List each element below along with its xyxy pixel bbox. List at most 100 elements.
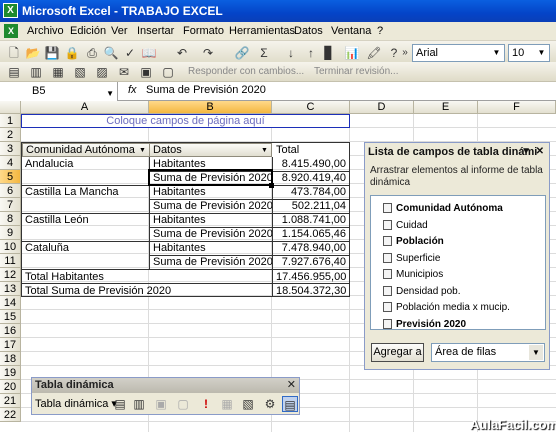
pivot-cell-b[interactable]: Habitantes xyxy=(150,241,272,255)
accept-icon[interactable]: ▦ xyxy=(50,64,66,80)
row-header-3[interactable]: 3 xyxy=(0,142,21,156)
area-select[interactable]: Área de filas ▼ xyxy=(431,343,545,362)
hide-detail-icon[interactable]: ▣ xyxy=(153,396,169,412)
row-header-7[interactable]: 7 xyxy=(0,198,21,212)
show-field-list-icon[interactable]: ▤ xyxy=(282,396,298,412)
close-icon[interactable]: ✕ xyxy=(536,143,544,161)
row-header-15[interactable]: 15 xyxy=(0,310,21,324)
pivot-cell-b[interactable]: Habitantes xyxy=(150,185,272,199)
total-prevision-label[interactable]: Total Suma de Previsión 2020 xyxy=(22,284,272,298)
row-header-14[interactable]: 14 xyxy=(0,296,21,310)
chevron-down-icon[interactable]: ▼ xyxy=(138,146,147,155)
field-button-comunidad[interactable]: Comunidad Autónoma ▼ xyxy=(22,143,150,157)
comment-icon[interactable]: ▧ xyxy=(72,64,88,80)
total-prevision-value[interactable]: 18.504.372,30 xyxy=(273,284,349,298)
pivot-cell-c[interactable]: 7.927.676,40 xyxy=(273,255,349,269)
pivot-cell-b[interactable]: Habitantes xyxy=(150,157,272,171)
pivot-cell-a[interactable] xyxy=(22,171,148,185)
workbook-icon[interactable]: X xyxy=(4,24,18,38)
row-header-5[interactable]: 5 xyxy=(0,170,21,184)
track-icon[interactable]: ▥ xyxy=(28,64,44,80)
field-item[interactable]: Superficie xyxy=(383,251,440,267)
show-icon[interactable]: ▣ xyxy=(138,64,154,80)
column-header-e[interactable]: E xyxy=(414,101,478,114)
function-icon[interactable]: fx xyxy=(128,84,137,96)
print-icon[interactable]: ⎙ xyxy=(84,45,100,61)
menu-formato[interactable]: Formato xyxy=(183,25,224,37)
font-size-select[interactable]: 10 ▼ xyxy=(508,44,550,62)
menu-ventana[interactable]: Ventana xyxy=(331,25,371,37)
pivot-cell-a[interactable] xyxy=(22,227,148,241)
menu-ver[interactable]: Ver xyxy=(111,25,128,37)
row-header-20[interactable]: 20 xyxy=(0,380,21,394)
format-report-icon[interactable]: ▤ xyxy=(112,396,128,412)
chevron-down-icon[interactable]: ▼ xyxy=(260,146,269,155)
field-item[interactable]: Previsión 2020 xyxy=(383,317,466,333)
field-item[interactable]: Municipios xyxy=(383,267,443,283)
open-icon[interactable]: 📂 xyxy=(25,45,41,61)
row-header-19[interactable]: 19 xyxy=(0,366,21,380)
field-item[interactable]: Comunidad Autónoma xyxy=(383,201,503,217)
menu-archivo[interactable]: Archivo xyxy=(27,25,64,37)
column-header-f[interactable]: F xyxy=(478,101,556,114)
menu-edicion[interactable]: Edición xyxy=(70,25,106,37)
chart-wizard-icon[interactable]: ▊ xyxy=(321,45,337,61)
respond-changes-label[interactable]: Responder con cambios... xyxy=(188,66,304,77)
field-item[interactable]: Densidad pob. xyxy=(383,284,461,300)
undo-icon[interactable]: ↶ xyxy=(174,45,190,61)
field-button-datos[interactable]: Datos ▼ xyxy=(149,143,272,157)
spelling-icon[interactable]: ✓ xyxy=(122,45,138,61)
total-habitantes-label[interactable]: Total Habitantes xyxy=(22,270,272,284)
total-habitantes-value[interactable]: 17.456.955,00 xyxy=(273,270,349,284)
row-header-10[interactable]: 10 xyxy=(0,240,21,254)
pivot-cell-a[interactable] xyxy=(22,255,148,269)
row-header-22[interactable]: 22 xyxy=(0,408,21,422)
new-icon[interactable]: 🗋 xyxy=(6,45,22,61)
close-icon[interactable]: ✕ xyxy=(287,378,296,393)
field-item[interactable]: Población xyxy=(383,234,444,250)
row-header-17[interactable]: 17 xyxy=(0,338,21,352)
column-header-b[interactable]: B xyxy=(149,101,272,114)
chevron-down-icon[interactable]: ▼ xyxy=(521,143,531,161)
name-box[interactable]: B5 ▼ xyxy=(0,82,118,101)
pivot-cell-c[interactable]: 8.415.490,00 xyxy=(273,157,349,171)
sort-descending-icon[interactable]: ↑ xyxy=(303,45,319,61)
row-header-11[interactable]: 11 xyxy=(0,254,21,268)
row-header-6[interactable]: 6 xyxy=(0,184,21,198)
mail-icon[interactable]: ✉ xyxy=(116,64,132,80)
row-header-12[interactable]: 12 xyxy=(0,268,21,282)
pivot-table-menu[interactable]: Tabla dinámica ▾ xyxy=(35,397,117,410)
always-display-items-icon[interactable]: ▧ xyxy=(240,396,256,412)
fill-handle[interactable] xyxy=(269,183,274,188)
pivot-cell-b[interactable]: Suma de Previsión 2020 xyxy=(150,171,272,185)
row-header-8[interactable]: 8 xyxy=(0,212,21,226)
field-item[interactable]: Población media x mucip. xyxy=(383,300,510,316)
menu-datos[interactable]: Datos xyxy=(294,25,323,37)
field-item[interactable]: Cuidad xyxy=(383,218,428,234)
redo-icon[interactable]: ↷ xyxy=(200,45,216,61)
pivot-cell-a[interactable] xyxy=(22,199,148,213)
sort-ascending-icon[interactable]: ↓ xyxy=(283,45,299,61)
toolbar-options-icon[interactable]: » xyxy=(397,45,413,61)
reject-icon[interactable]: ▨ xyxy=(94,64,110,80)
pivot-cell-c[interactable]: 473.784,00 xyxy=(273,185,349,199)
save-icon[interactable]: 💾 xyxy=(44,45,60,61)
pivot-cell-c[interactable]: 1.154.065,46 xyxy=(273,227,349,241)
row-header-2[interactable]: 2 xyxy=(0,128,21,142)
hyperlink-icon[interactable]: 🔗 xyxy=(234,45,250,61)
row-header-18[interactable]: 18 xyxy=(0,352,21,366)
pivot-cell-c[interactable]: 502.211,04 xyxy=(273,199,349,213)
drawing-icon[interactable]: 🖍 xyxy=(366,45,382,61)
font-name-select[interactable]: Arial ▼ xyxy=(412,44,505,62)
autosum-icon[interactable]: Σ xyxy=(256,45,272,61)
pivot-cell-a[interactable]: Castilla La Mancha xyxy=(22,185,148,199)
pivot-chart-icon[interactable]: ▥ xyxy=(131,396,147,412)
refresh-data-icon[interactable]: ! xyxy=(198,396,214,412)
hide-icon[interactable]: ▢ xyxy=(160,64,176,80)
row-header-4[interactable]: 4 xyxy=(0,156,21,170)
pivot-cell-b[interactable]: Suma de Previsión 2020 xyxy=(150,255,272,269)
pivot-cell-c[interactable]: 7.478.940,00 xyxy=(273,241,349,255)
pivot-cell-c[interactable]: 1.088.741,00 xyxy=(273,213,349,227)
permission-icon[interactable]: 🔒 xyxy=(64,45,80,61)
column-header-c[interactable]: C xyxy=(272,101,350,114)
